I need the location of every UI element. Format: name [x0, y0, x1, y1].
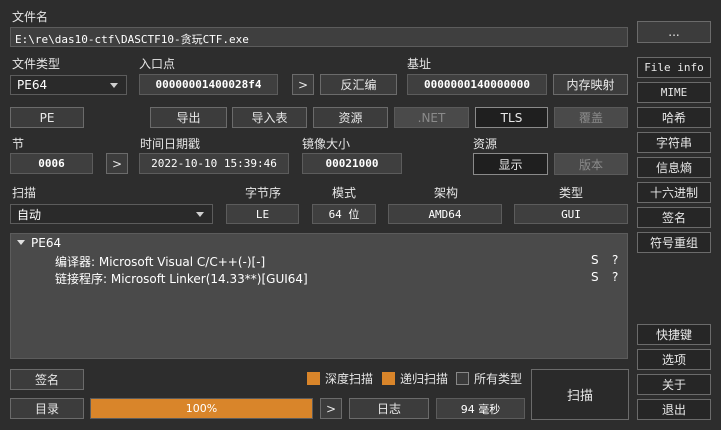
datetime-label: 时间日期戳: [140, 137, 201, 151]
base-address-label: 基址: [407, 57, 432, 71]
endian-label: 字节序: [245, 186, 282, 200]
mime-button[interactable]: MIME: [637, 82, 711, 103]
section-label: 节: [12, 137, 25, 151]
entry-go-button[interactable]: >: [292, 74, 314, 95]
exit-button[interactable]: 退出: [637, 399, 711, 420]
tree-item-compiler-q[interactable]: ?: [612, 253, 618, 267]
progress-text: 100%: [185, 402, 218, 415]
sidebar-signature-button[interactable]: 签名: [637, 207, 711, 228]
scan-results-tree[interactable]: PE64 编译器: Microsoft Visual C/C++(-)[-] S…: [10, 233, 628, 359]
resources-label: 资源: [473, 137, 498, 151]
type-value: GUI: [514, 204, 628, 224]
mode-value: 64 位: [312, 204, 376, 224]
type-label: 类型: [559, 186, 584, 200]
recursive-scan-label[interactable]: 递归扫描: [400, 372, 448, 386]
datetime-value: 2022-10-10 15:39:46: [139, 153, 289, 174]
base-address-value: 0000000140000000: [407, 74, 547, 95]
scan-time-value: 94 毫秒: [436, 398, 525, 419]
expand-arrow-icon[interactable]: [17, 240, 25, 245]
scan-mode-value: 自动: [17, 207, 42, 222]
export-button[interactable]: 导出: [150, 107, 227, 128]
resources-version-button[interactable]: 版本: [554, 153, 628, 175]
entry-point-label: 入口点: [139, 57, 176, 71]
about-button[interactable]: 关于: [637, 374, 711, 395]
entropy-button[interactable]: 信息熵: [637, 157, 711, 178]
file-path-text: E:\re\das10-ctf\DASCTF10-贪玩CTF.exe: [15, 33, 249, 46]
file-type-select[interactable]: PE64: [10, 75, 127, 95]
entry-point-value: 00000001400028f4: [139, 74, 278, 95]
endian-value: LE: [226, 204, 299, 224]
file-type-value: PE64: [17, 78, 48, 92]
deep-scan-label[interactable]: 深度扫描: [325, 372, 373, 386]
tree-item-linker-q[interactable]: ?: [612, 270, 618, 284]
section-count-value: 0006: [10, 153, 93, 174]
arch-value: AMD64: [388, 204, 502, 224]
net-button[interactable]: .NET: [394, 107, 469, 128]
shortcuts-button[interactable]: 快捷键: [637, 324, 711, 345]
arch-label: 架构: [434, 186, 459, 200]
hex-button[interactable]: 十六进制: [637, 182, 711, 203]
tree-item-compiler[interactable]: 编译器: Microsoft Visual C/C++(-)[-]: [55, 253, 265, 270]
resources-show-button[interactable]: 显示: [473, 153, 548, 175]
image-size-label: 镜像大小: [302, 137, 351, 151]
disassemble-button[interactable]: 反汇编: [320, 74, 397, 95]
hash-button[interactable]: 哈希: [637, 107, 711, 128]
scan-label: 扫描: [12, 186, 37, 200]
progress-bar: 100%: [90, 398, 313, 419]
scan-mode-select[interactable]: 自动: [10, 204, 213, 224]
file-path-input[interactable]: E:\re\das10-ctf\DASCTF10-贪玩CTF.exe: [10, 27, 628, 47]
pe-button[interactable]: PE: [10, 107, 84, 128]
recursive-scan-checkbox[interactable]: [382, 372, 395, 385]
chevron-down-icon: [196, 212, 204, 217]
tree-root-label[interactable]: PE64: [31, 236, 61, 250]
directory-button[interactable]: 目录: [10, 398, 84, 419]
tree-item-compiler-s[interactable]: S: [591, 253, 599, 267]
resource-button[interactable]: 资源: [313, 107, 388, 128]
mode-label: 模式: [332, 186, 357, 200]
log-button[interactable]: 日志: [349, 398, 429, 419]
tree-item-linker-s[interactable]: S: [591, 270, 599, 284]
file-type-label: 文件类型: [12, 57, 61, 71]
strings-button[interactable]: 字符串: [637, 132, 711, 153]
file-name-label: 文件名: [12, 10, 49, 24]
browse-button[interactable]: ...: [637, 21, 711, 43]
section-go-button[interactable]: >: [106, 153, 128, 174]
tree-item-linker[interactable]: 链接程序: Microsoft Linker(14.33**)[GUI64]: [55, 270, 308, 287]
memory-map-button[interactable]: 内存映射: [553, 74, 628, 95]
tls-button[interactable]: TLS: [475, 107, 548, 128]
image-size-value: 00021000: [302, 153, 402, 174]
all-types-checkbox[interactable]: [456, 372, 469, 385]
all-types-label[interactable]: 所有类型: [474, 372, 522, 386]
options-button[interactable]: 选项: [637, 349, 711, 370]
file-info-button[interactable]: File info: [637, 57, 711, 78]
deep-scan-checkbox[interactable]: [307, 372, 320, 385]
next-button[interactable]: >: [320, 398, 342, 419]
overlay-button[interactable]: 覆盖: [554, 107, 628, 128]
demangle-button[interactable]: 符号重组: [637, 232, 711, 253]
chevron-down-icon: [110, 83, 118, 88]
import-table-button[interactable]: 导入表: [232, 107, 307, 128]
signature-button[interactable]: 签名: [10, 369, 84, 390]
scan-button[interactable]: 扫描: [531, 369, 629, 420]
